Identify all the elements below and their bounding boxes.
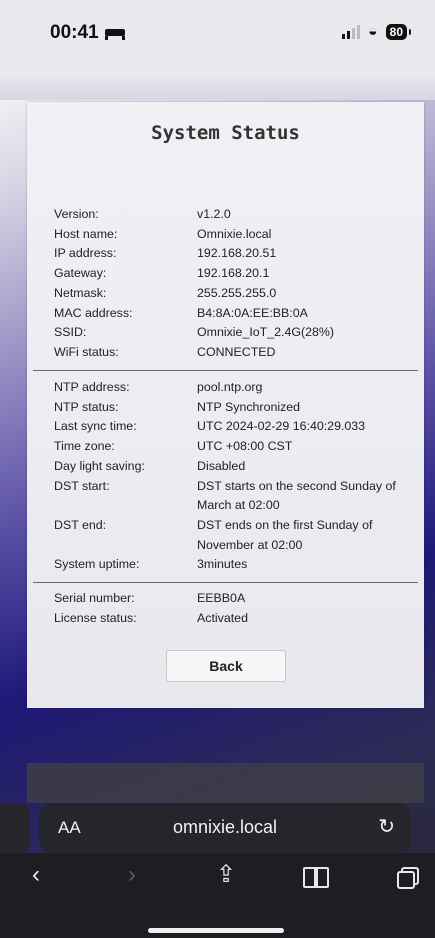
info-value: UTC +08:00 CST bbox=[197, 439, 293, 454]
info-label: SSID: bbox=[54, 325, 87, 340]
info-value: Activated bbox=[197, 610, 248, 625]
info-row-wifi-status: WiFi status: CONNECTED bbox=[54, 343, 404, 363]
info-row-license-status: License status: Activated bbox=[54, 609, 404, 629]
share-icon[interactable]: ⇪ bbox=[216, 863, 236, 887]
time-section: NTP address: pool.ntp.org NTP status: NTP … bbox=[54, 378, 404, 575]
section-divider bbox=[33, 370, 418, 371]
battery-icon: 80 bbox=[385, 24, 412, 40]
info-row-ip-address: IP address: 192.168.20.51 bbox=[54, 244, 404, 264]
address-bar[interactable]: AA omnixie.local ↻ bbox=[39, 803, 411, 853]
info-row-gateway: Gateway: 192.168.20.1 bbox=[54, 264, 404, 284]
page-title: System Status bbox=[151, 122, 300, 144]
home-indicator bbox=[148, 928, 284, 933]
info-value: B4:8A:0A:EE:BB:0A bbox=[197, 305, 308, 320]
info-value: pool.ntp.org bbox=[197, 380, 263, 394]
info-label: IP address: bbox=[54, 246, 117, 261]
reload-icon[interactable]: ↻ bbox=[378, 814, 395, 839]
info-row-netmask: Netmask: 255.255.255.0 bbox=[54, 284, 404, 304]
info-value: DST starts on the second Sunday of March… bbox=[197, 478, 396, 513]
previous-tab-peek[interactable] bbox=[0, 803, 30, 853]
info-label: Day light saving: bbox=[54, 458, 145, 473]
info-value: NTP Synchronized bbox=[197, 399, 301, 414]
info-row-daylight-saving: Day light saving: Disabled bbox=[54, 457, 404, 477]
info-row-version: Version: v1.2.0 bbox=[54, 205, 404, 225]
license-section: Serial number: EEBB0A License status: Acti… bbox=[54, 589, 404, 628]
info-value: Disabled bbox=[197, 458, 246, 473]
status-time-group: 00:41 bbox=[50, 22, 125, 44]
info-label: DST start: bbox=[54, 478, 110, 493]
info-label: DST end: bbox=[54, 517, 107, 532]
info-row-ssid: SSID: Omnixie_IoT_2.4G(28%) bbox=[54, 323, 404, 343]
info-value: EEBB0A bbox=[197, 591, 246, 605]
info-label: Last sync time: bbox=[54, 419, 137, 434]
info-row-dst-end: DST end: DST ends on the first Sunday of … bbox=[54, 516, 404, 555]
info-value: Omnixie_IoT_2.4G(28%) bbox=[197, 325, 335, 340]
info-row-serial-number: Serial number: EEBB0A bbox=[54, 589, 404, 609]
browser-toolbar: ‹ › ⇪ bbox=[0, 853, 435, 938]
sleep-mode-icon bbox=[104, 27, 125, 40]
cellular-signal-icon bbox=[341, 25, 360, 39]
clock: 00:41 bbox=[50, 22, 99, 43]
info-value: CONNECTED bbox=[197, 344, 276, 359]
info-value: v1.2.0 bbox=[197, 207, 231, 221]
info-label: Version: bbox=[54, 207, 99, 221]
info-row-mac-address: MAC address: B4:8A:0A:EE:BB:0A bbox=[54, 304, 404, 324]
info-row-last-sync-time: Last sync time: UTC 2024-02-29 16:40:29.0… bbox=[54, 417, 404, 437]
wifi-icon: ◒ bbox=[367, 23, 378, 40]
info-label: MAC address: bbox=[54, 305, 133, 320]
info-row-time-zone: Time zone: UTC +08:00 CST bbox=[54, 437, 404, 457]
page-header-band bbox=[0, 70, 435, 100]
info-label: NTP address: bbox=[54, 380, 130, 394]
info-value: 192.168.20.51 bbox=[197, 246, 277, 261]
info-label: Serial number: bbox=[54, 591, 135, 605]
info-row-host-name: Host name: Omnixie.local bbox=[54, 225, 404, 245]
info-label: Netmask: bbox=[54, 285, 107, 300]
back-chevron-icon[interactable]: ‹ bbox=[32, 863, 40, 887]
info-label: Time zone: bbox=[54, 439, 115, 454]
info-label: NTP status: bbox=[54, 399, 119, 414]
info-row-system-uptime: System uptime: 3minutes bbox=[54, 555, 404, 575]
info-value: 192.168.20.1 bbox=[197, 266, 270, 281]
info-label: Host name: bbox=[54, 226, 118, 241]
info-label: Gateway: bbox=[54, 266, 107, 281]
info-row-ntp-address: NTP address: pool.ntp.org bbox=[54, 378, 404, 398]
forward-chevron-icon[interactable]: › bbox=[128, 863, 136, 887]
status-bar: 00:41 ◒ 80 bbox=[0, 0, 435, 70]
info-value: 255.255.255.0 bbox=[197, 285, 277, 300]
info-row-ntp-status: NTP status: NTP Synchronized bbox=[54, 398, 404, 418]
status-indicators: ◒ 80 bbox=[341, 23, 412, 40]
url-text[interactable]: omnixie.local bbox=[39, 817, 411, 838]
back-button[interactable]: Back bbox=[166, 650, 286, 682]
info-row-dst-start: DST start: DST starts on the second Sunda… bbox=[54, 477, 404, 516]
system-status-card: System Status Version: v1.2.0 Host name: O… bbox=[27, 102, 424, 708]
info-value: 3minutes bbox=[197, 557, 248, 572]
section-divider bbox=[33, 582, 418, 583]
info-label: System uptime: bbox=[54, 557, 140, 572]
info-value: UTC 2024-02-29 16:40:29.033 bbox=[197, 419, 366, 434]
info-label: WiFi status: bbox=[54, 344, 119, 359]
page-footer bbox=[27, 763, 424, 803]
network-section: Version: v1.2.0 Host name: Omnixie.local I… bbox=[54, 205, 404, 363]
info-label: License status: bbox=[54, 610, 137, 625]
info-value: DST ends on the first Sunday of November… bbox=[197, 517, 373, 552]
info-value: Omnixie.local bbox=[197, 226, 272, 241]
